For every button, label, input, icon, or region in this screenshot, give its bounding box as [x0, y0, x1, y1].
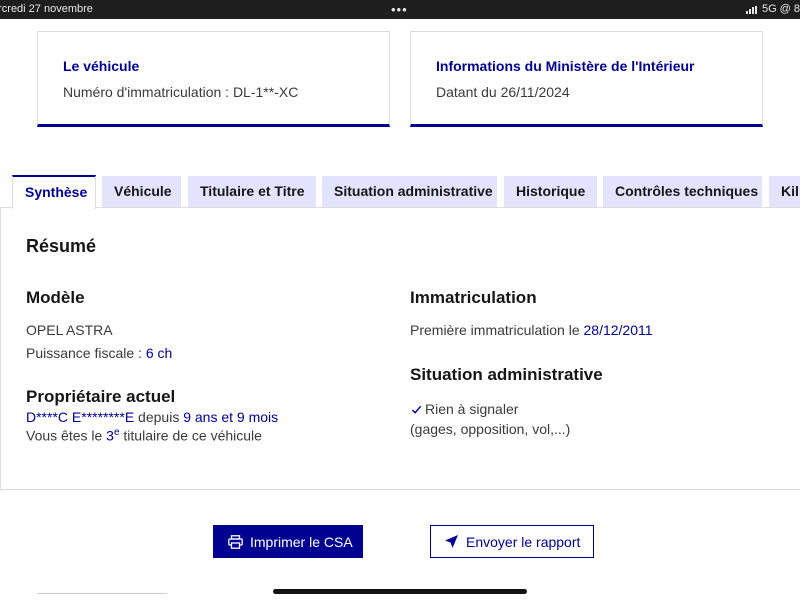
status-right: 5G @ 8 [745, 0, 800, 19]
owner-rank-suffix: titulaire de ce véhicule [119, 427, 262, 444]
vehicle-card: Le véhicule Numéro d'immatriculation : D… [37, 31, 390, 127]
tab-bar: Synthèse Véhicule Titulaire et Titre Sit… [0, 175, 800, 209]
tab-historique[interactable]: Historique [504, 176, 597, 208]
tab-kilometrage[interactable]: Kil [769, 176, 800, 208]
owner-since-label: depuis [134, 409, 184, 425]
check-icon [411, 405, 422, 414]
admin-heading: Situation administrative [410, 365, 603, 384]
first-registration-date: 28/12/2011 [583, 322, 653, 338]
first-registration: Première immatriculation le 28/12/2011 [410, 322, 653, 338]
status-bar: ercredi 27 novembre ••• 5G @ 8 [0, 0, 800, 19]
signal-icon [745, 5, 758, 14]
tab-controles[interactable]: Contrôles techniques [603, 176, 762, 208]
fiscal-power-value: 6 ch [145, 345, 173, 361]
multitask-dots[interactable]: ••• [391, 0, 408, 19]
print-csa-label: Imprimer le CSA [250, 533, 353, 550]
send-report-button[interactable]: Envoyer le rapport [430, 525, 594, 558]
ministry-date: Datant du 26/11/2024 [436, 84, 570, 100]
owner-rank-prefix: Vous êtes le [26, 427, 107, 444]
home-indicator[interactable] [273, 589, 527, 594]
send-report-label: Envoyer le rapport [466, 533, 581, 550]
tab-titulaire[interactable]: Titulaire et Titre [188, 176, 316, 208]
summary-panel: Résumé Modèle OPEL ASTRA Puissance fisca… [0, 207, 800, 490]
plate-number: Numéro d'immatriculation : DL-1**-XC [63, 84, 299, 100]
owner-rank-number: 3 [106, 427, 114, 444]
status-extra: @ 8 [779, 3, 800, 15]
admin-status-label: Rien à signaler [425, 401, 519, 417]
tab-synthese[interactable]: Synthèse [12, 175, 96, 209]
print-csa-button[interactable]: Imprimer le CSA [213, 525, 363, 558]
owner-name: D****C E********E [26, 409, 135, 425]
admin-detail: (gages, opposition, vol,...) [410, 421, 571, 437]
summary-heading: Résumé [26, 236, 97, 256]
admin-status: Rien à signaler [411, 401, 518, 417]
registration-heading: Immatriculation [410, 288, 537, 307]
tab-vehicule[interactable]: Véhicule [102, 176, 181, 208]
model-heading: Modèle [26, 288, 85, 307]
first-registration-label: Première immatriculation le [410, 322, 584, 338]
footer-logo-fragment [37, 593, 167, 600]
ministry-card: Informations du Ministère de l'Intérieur… [410, 31, 763, 127]
printer-icon [228, 534, 243, 549]
fiscal-power-label: Puissance fiscale : [26, 345, 146, 361]
owner-line: D****C E********E depuis 9 ans et 9 mois [26, 409, 278, 425]
vehicle-card-title: Le véhicule [63, 58, 140, 74]
owner-heading: Propriétaire actuel [26, 387, 176, 406]
fiscal-power: Puissance fiscale : 6 ch [26, 345, 172, 361]
network-label: 5G [761, 3, 777, 15]
owner-since-value: 9 ans et 9 mois [183, 409, 279, 425]
model-name: OPEL ASTRA [26, 322, 113, 338]
owner-rank: Vous êtes le 3e titulaire de ce véhicule [26, 427, 262, 444]
tab-situation[interactable]: Situation administrative [322, 176, 497, 208]
ministry-card-title: Informations du Ministère de l'Intérieur [436, 58, 695, 74]
status-date: ercredi 27 novembre [0, 3, 93, 15]
send-icon [445, 535, 458, 548]
